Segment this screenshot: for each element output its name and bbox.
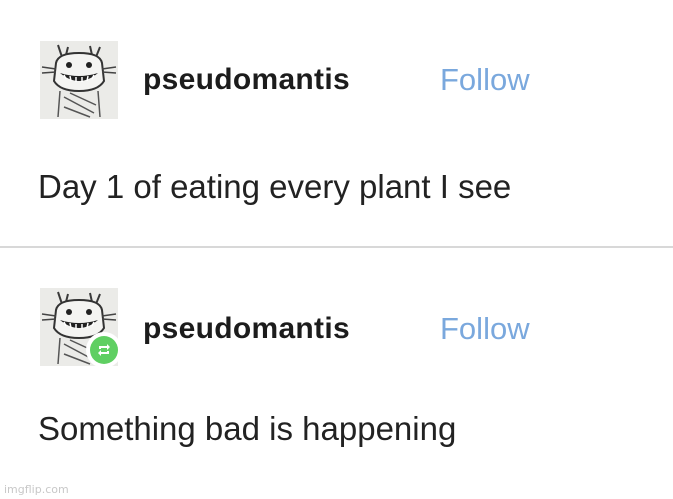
watermark: imgflip.com xyxy=(4,483,69,496)
username[interactable]: pseudomantis xyxy=(143,63,350,97)
post-divider xyxy=(0,246,673,248)
post-1: pseudomantis Follow Day 1 of eating ever… xyxy=(0,0,673,246)
doodle-creature-avatar-icon xyxy=(40,41,118,119)
user-avatar[interactable] xyxy=(40,41,118,119)
reblog-icon xyxy=(98,344,110,356)
reblog-badge xyxy=(86,332,122,368)
reblog-badge-fill xyxy=(90,336,118,364)
post-2: pseudomantis Follow Something bad is hap… xyxy=(0,250,673,499)
follow-button[interactable]: Follow xyxy=(440,62,530,98)
user-avatar[interactable] xyxy=(40,288,122,368)
follow-button[interactable]: Follow xyxy=(440,311,530,347)
username[interactable]: pseudomantis xyxy=(143,312,350,346)
post-text: Something bad is happening xyxy=(38,410,457,447)
post-text: Day 1 of eating every plant I see xyxy=(38,168,512,205)
